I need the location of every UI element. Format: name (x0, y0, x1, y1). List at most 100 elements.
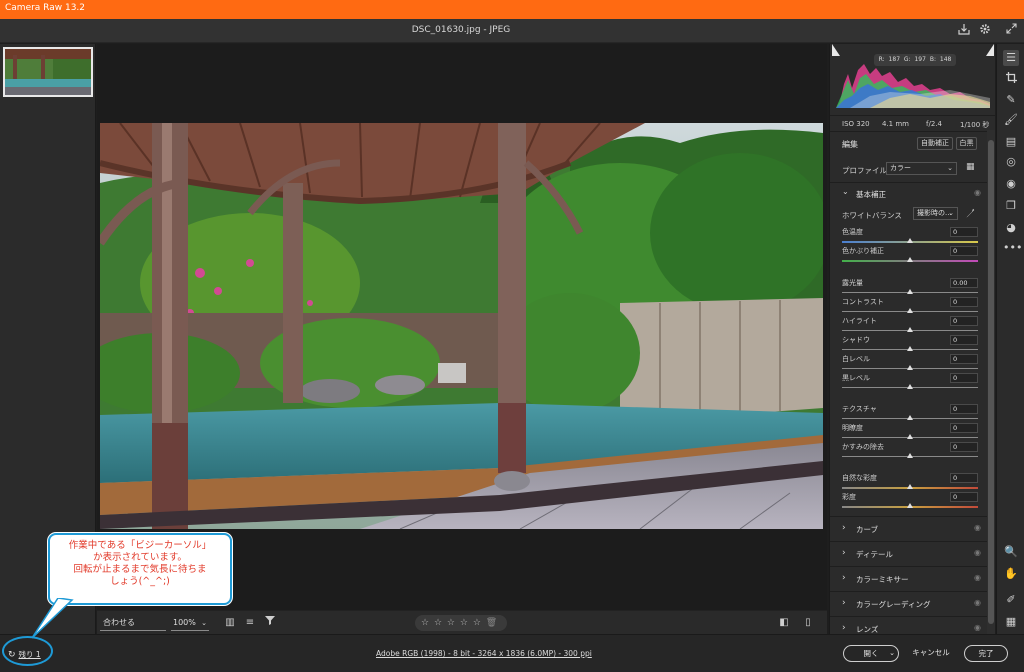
done-button[interactable]: 完了 (964, 645, 1008, 662)
graduated-filter-icon[interactable]: ▤ (1003, 134, 1019, 150)
slider-handle[interactable] (907, 365, 913, 370)
chevron-right-icon[interactable]: › (842, 623, 846, 633)
grid-icon[interactable]: ▦ (1003, 614, 1019, 630)
eyedropper-icon[interactable] (966, 208, 975, 221)
chevron-right-icon[interactable]: › (842, 598, 846, 608)
slider-row[interactable]: 色かぶり補正 0 (842, 246, 978, 264)
star-icon[interactable]: ☆ (460, 618, 469, 628)
filter-icon[interactable] (263, 615, 277, 631)
preview-image[interactable] (100, 123, 823, 529)
star-icon[interactable]: ☆ (447, 618, 456, 628)
slider-row[interactable]: テクスチャ 0 (842, 404, 978, 422)
star-rating[interactable]: ☆ ☆ ☆ ☆ ☆ 🗑 (415, 615, 507, 631)
compare-view-icon[interactable]: ▯ (801, 615, 815, 631)
cancel-button[interactable]: キャンセル (905, 645, 957, 662)
slider-row[interactable]: 自然な彩度 0 (842, 473, 978, 491)
slider-handle[interactable] (907, 484, 913, 489)
slider-value-input[interactable]: 0 (950, 354, 978, 364)
slider-value-input[interactable]: 0 (950, 492, 978, 502)
image-canvas[interactable] (97, 44, 827, 610)
chevron-right-icon[interactable]: › (842, 573, 846, 583)
save-icon[interactable] (956, 23, 972, 39)
eye-icon[interactable]: ◉ (974, 548, 981, 557)
chevron-right-icon[interactable]: › (842, 548, 846, 558)
eye-icon[interactable]: ◉ (974, 188, 981, 197)
panel-section-header[interactable]: › カラーミキサー ◉ (830, 566, 995, 590)
slider-row[interactable]: かすみの除去 0 (842, 442, 978, 460)
slider-value-input[interactable]: 0 (950, 473, 978, 483)
slider-row[interactable]: 露光量 0.00 (842, 278, 978, 296)
eye-icon[interactable]: ◉ (974, 573, 981, 582)
slider-handle[interactable] (907, 384, 913, 389)
slider-handle[interactable] (907, 289, 913, 294)
slider-row[interactable]: シャドウ 0 (842, 335, 978, 353)
zoom-tool-icon[interactable]: 🔍 (1003, 544, 1019, 560)
slider-row[interactable]: ハイライト 0 (842, 316, 978, 334)
color-sampler-icon[interactable]: ✐ (1003, 592, 1019, 608)
panel-scrollbar[interactable] (987, 130, 995, 634)
slider-value-input[interactable]: 0 (950, 316, 978, 326)
filmstrip-thumbnail[interactable] (3, 47, 93, 97)
panel-section-header[interactable]: › カラーグレーディング ◉ (830, 591, 995, 615)
slider-row[interactable]: コントラスト 0 (842, 297, 978, 315)
slider-row[interactable]: 黒レベル 0 (842, 373, 978, 391)
scrollbar-thumb[interactable] (988, 140, 994, 624)
workflow-options-link[interactable]: Adobe RGB (1998) - 8 bit - 3264 x 1836 (… (376, 649, 592, 658)
slider-value-input[interactable]: 0 (950, 404, 978, 414)
eye-icon[interactable]: ◉ (974, 523, 981, 532)
star-icon[interactable]: ☆ (421, 618, 430, 628)
slider-handle[interactable] (907, 415, 913, 420)
star-icon[interactable]: ☆ (473, 618, 482, 628)
filmstrip-toggle-icon[interactable]: ▥ (223, 615, 237, 631)
adjustment-brush-icon[interactable]: 🖌 (1003, 112, 1019, 128)
slider-row[interactable]: 色温度 0 (842, 227, 978, 245)
more-icon[interactable]: ••• (1003, 240, 1022, 256)
chevron-right-icon[interactable]: › (842, 523, 846, 533)
presets-icon[interactable]: ❐ (1003, 198, 1019, 214)
star-icon[interactable]: ☆ (434, 618, 443, 628)
sort-icon[interactable]: ≡ (243, 615, 257, 631)
eye-icon[interactable]: ◉ (974, 623, 981, 632)
slider-value-input[interactable]: 0.00 (950, 278, 978, 288)
bw-button[interactable]: 白黒 (956, 137, 977, 150)
profile-dropdown[interactable]: カラー ⌄ (886, 162, 957, 175)
gear-icon[interactable] (977, 23, 993, 39)
before-after-icon[interactable]: ◧ (777, 615, 791, 631)
slider-value-input[interactable]: 0 (950, 442, 978, 452)
slider-value-input[interactable]: 0 (950, 373, 978, 383)
chevron-down-icon[interactable]: ⌄ (842, 187, 849, 196)
basic-section-title[interactable]: 基本補正 (856, 189, 886, 200)
slider-value-input[interactable]: 0 (950, 246, 978, 256)
slider-handle[interactable] (907, 434, 913, 439)
slider-handle[interactable] (907, 453, 913, 458)
radial-filter-icon[interactable]: ◎ (1003, 154, 1019, 170)
panel-section-header[interactable]: › ディテール ◉ (830, 541, 995, 565)
slider-row[interactable]: 彩度 0 (842, 492, 978, 510)
crop-icon[interactable] (1003, 72, 1019, 88)
slider-row[interactable]: 明瞭度 0 (842, 423, 978, 441)
snapshots-icon[interactable]: ◕ (1003, 220, 1019, 236)
open-button[interactable]: 開く ⌄ (843, 645, 899, 662)
eye-icon[interactable]: ◉ (974, 598, 981, 607)
red-eye-icon[interactable]: ◉ (1003, 176, 1019, 192)
slider-handle[interactable] (907, 346, 913, 351)
healing-brush-icon[interactable]: ✎ (1003, 92, 1019, 108)
auto-button[interactable]: 自動補正 (917, 137, 953, 150)
slider-value-input[interactable]: 0 (950, 423, 978, 433)
edit-sliders-icon[interactable]: ☰ (1003, 50, 1019, 66)
slider-value-input[interactable]: 0 (950, 227, 978, 237)
slider-handle[interactable] (907, 503, 913, 508)
zoom-fit-dropdown[interactable]: 合わせる (35.3%) (100, 615, 166, 643)
panel-section-header[interactable]: › レンズ ◉ (830, 616, 995, 634)
slider-row[interactable]: 白レベル 0 (842, 354, 978, 372)
chevron-down-icon[interactable]: ⌄ (889, 646, 895, 661)
profile-browser-icon[interactable]: ▦ (966, 162, 975, 172)
hand-tool-icon[interactable]: ✋ (1003, 566, 1019, 582)
panel-section-header[interactable]: › カーブ ◉ (830, 516, 995, 540)
slider-handle[interactable] (907, 308, 913, 313)
trash-icon[interactable]: 🗑 (486, 618, 498, 628)
white-balance-dropdown[interactable]: 撮影時の... ⌄ (913, 207, 958, 220)
slider-value-input[interactable]: 0 (950, 335, 978, 345)
zoom-percent-dropdown[interactable]: 100% ⌄ (171, 615, 209, 631)
slider-handle[interactable] (907, 257, 913, 262)
